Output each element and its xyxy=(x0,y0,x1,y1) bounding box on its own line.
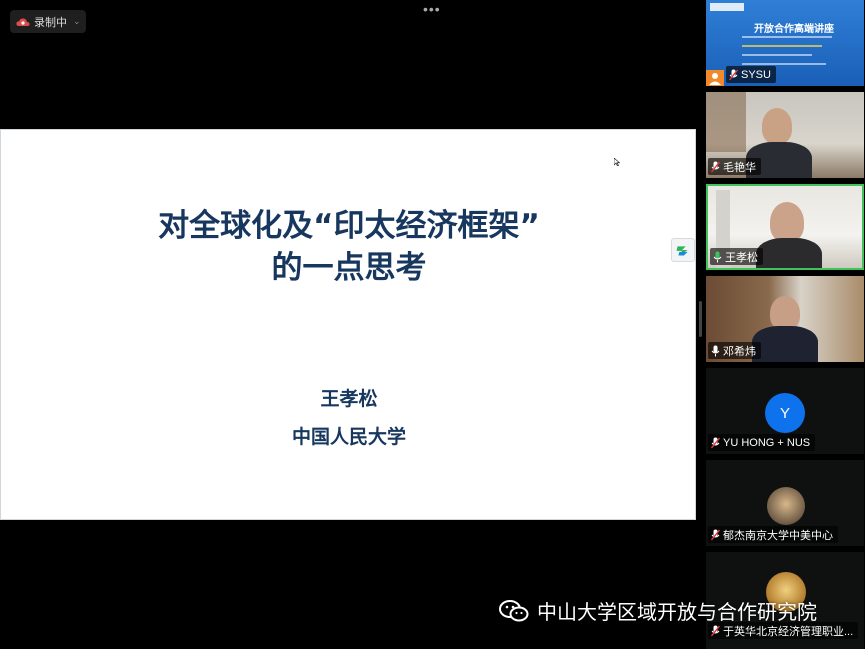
participant-label: 毛艳华 xyxy=(708,158,761,175)
mic-muted-icon xyxy=(711,625,720,636)
user-icon xyxy=(709,73,721,85)
ipoc-logo xyxy=(710,3,744,11)
speaker-face xyxy=(770,296,800,330)
speaker-body xyxy=(756,238,822,268)
participant-name: YU HONG + NUS xyxy=(723,436,811,449)
participant-tile-yu-hong[interactable]: Y YU HONG + NUS xyxy=(706,368,864,454)
speaker-face xyxy=(770,202,804,242)
wechat-watermark: 中山大学区域开放与合作研究院 xyxy=(499,596,817,625)
avatar: Y xyxy=(765,393,805,433)
avatar xyxy=(706,70,724,86)
recording-indicator[interactable]: 录制中 ⌄ xyxy=(10,10,86,33)
mic-muted-icon xyxy=(711,437,720,448)
slide-affiliation: 中国人民大学 xyxy=(291,426,406,448)
wechat-icon xyxy=(499,599,529,621)
participant-tile-yu-jie[interactable]: 郁杰南京大学中美中心 xyxy=(706,460,864,546)
annotate-icon xyxy=(676,246,688,256)
participant-tile-deng[interactable]: 邓希炜 xyxy=(706,276,864,362)
slide-title-line2: 的一点思考 xyxy=(271,250,427,286)
watermark-text: 中山大学区域开放与合作研究院 xyxy=(537,600,817,624)
participant-tile-sysu[interactable]: 开放合作高端讲座 SYSU xyxy=(706,0,864,86)
shared-slide: 对全球化及“印太经济框架” 的一点思考 王孝松 中国人民大学 xyxy=(0,129,696,520)
recording-label: 录制中 xyxy=(34,16,67,29)
participant-name: 王孝松 xyxy=(725,251,758,264)
participant-name: SYSU xyxy=(741,68,771,81)
chevron-down-icon[interactable]: ⌄ xyxy=(73,16,81,27)
avatar xyxy=(767,487,805,525)
cloud-record-icon xyxy=(16,17,30,26)
annotate-tool-button[interactable] xyxy=(671,238,695,262)
participant-label: 邓希炜 xyxy=(708,342,761,359)
slide-author: 王孝松 xyxy=(320,388,378,410)
banner-title: 开放合作高端讲座 xyxy=(754,24,834,35)
mic-muted-icon xyxy=(729,69,738,80)
speaker-face xyxy=(762,108,792,144)
bookshelf xyxy=(706,92,746,152)
more-dots-icon[interactable]: ••• xyxy=(423,2,441,16)
participant-label: YU HONG + NUS xyxy=(708,434,816,451)
slide-title-line1: 对全球化及“印太经济框架” xyxy=(158,208,540,244)
mic-muted-icon xyxy=(711,161,720,172)
mic-on-icon xyxy=(711,345,720,356)
participant-label: 郁杰南京大学中美中心 xyxy=(708,526,838,543)
participant-tile-wang-active[interactable]: 王孝松 xyxy=(706,184,864,270)
participant-label: SYSU xyxy=(726,66,776,83)
participant-label: 王孝松 xyxy=(710,248,763,265)
mic-muted-icon xyxy=(711,529,720,540)
participant-name: 邓希炜 xyxy=(723,345,756,358)
participant-name: 毛艳华 xyxy=(723,161,756,174)
participant-tile-mao[interactable]: 毛艳华 xyxy=(706,92,864,178)
gallery-scrollbar[interactable] xyxy=(699,301,702,337)
mic-on-icon xyxy=(713,251,722,262)
participant-name: 郁杰南京大学中美中心 xyxy=(723,529,833,542)
speaker-body xyxy=(752,326,818,362)
mouse-cursor-icon xyxy=(614,158,620,166)
